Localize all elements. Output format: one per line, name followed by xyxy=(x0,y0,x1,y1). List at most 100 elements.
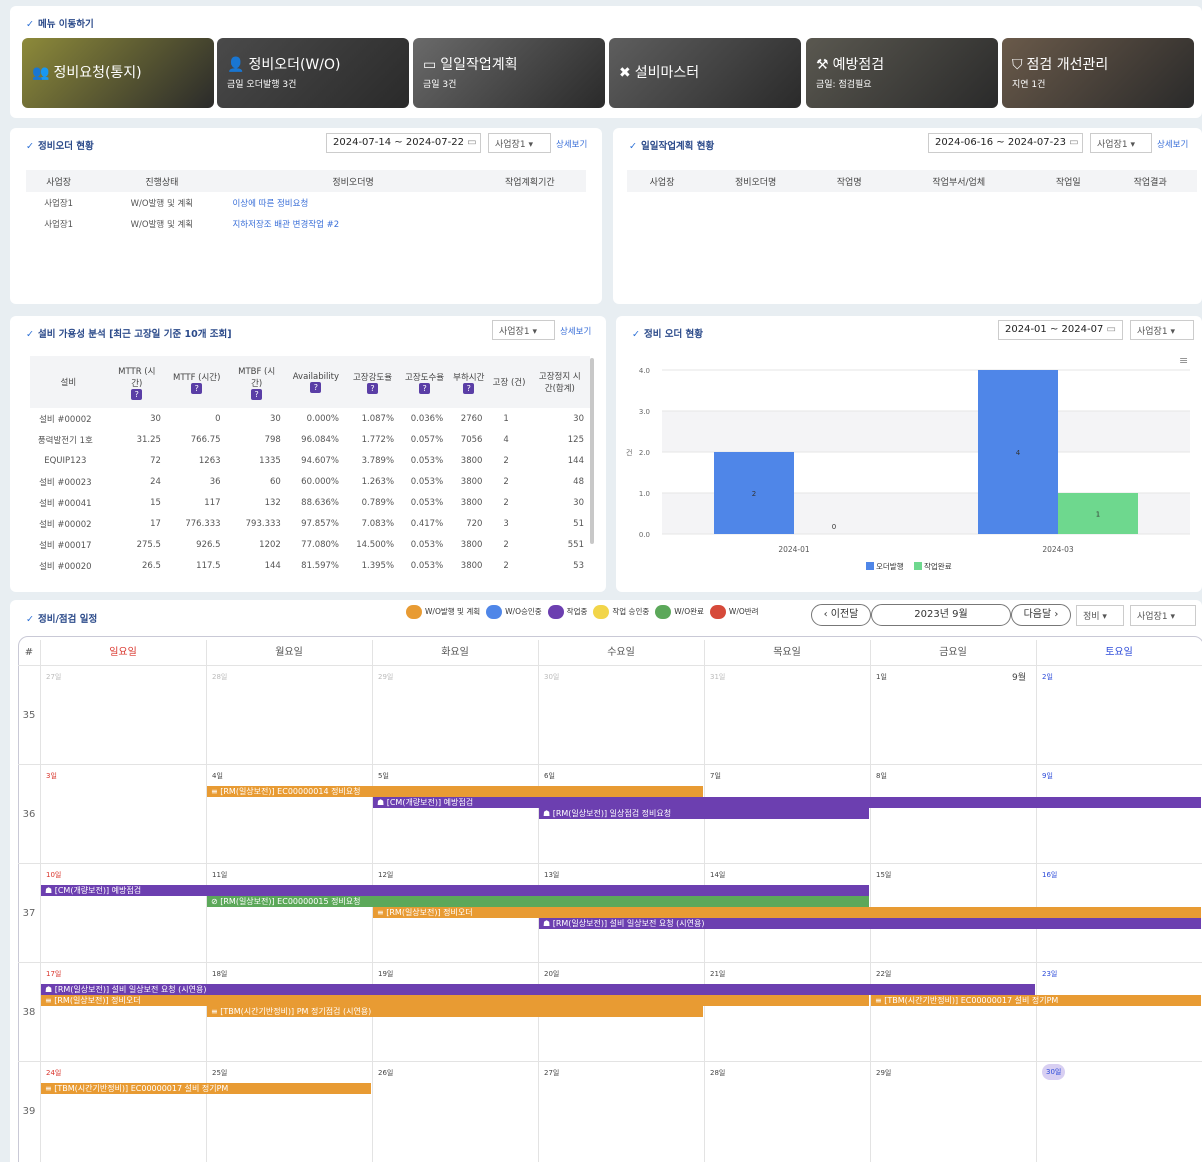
date-label[interactable]: 20일 xyxy=(544,969,559,979)
avail-col-header: MTBF (시간)? xyxy=(226,356,287,408)
date-label[interactable]: 27일 xyxy=(46,672,61,682)
date-label[interactable]: 21일 xyxy=(710,969,725,979)
calendar-event[interactable]: ☗ [CM(개량보전)] 예방점검 xyxy=(373,797,1201,808)
date-label[interactable]: 10일 xyxy=(46,870,61,880)
menu-tile-3[interactable]: ✖ 설비마스터 xyxy=(609,38,801,108)
table-cell: 0.000% xyxy=(306,413,339,424)
date-label[interactable]: 12일 xyxy=(378,870,393,880)
menu-tile-label: 일일작업계획 xyxy=(440,57,518,73)
table-cell: 926.5 xyxy=(196,539,221,550)
site-filter-select[interactable]: 사업장1 ▾ xyxy=(1130,605,1196,626)
date-label[interactable]: 9일 xyxy=(1042,771,1053,781)
date-label[interactable]: 19일 xyxy=(378,969,393,979)
plan-more-link[interactable]: 상세보기 xyxy=(1157,138,1188,150)
calendar-event[interactable]: ☗ [RM(일상보전)] 일상점검 정비요청 xyxy=(539,808,869,819)
date-label[interactable]: 28일 xyxy=(710,1068,725,1078)
calendar-event[interactable]: ≡ [TBM(시간기반정비)] EC00000017 설비 정기PM xyxy=(871,995,1201,1006)
date-label[interactable]: 30일 xyxy=(544,672,559,682)
plan-col-header: 작업결과 xyxy=(1103,170,1197,192)
calendar-event[interactable]: ☗ [RM(일상보전)] 설비 일상보전 요청 (시연용) xyxy=(41,984,1035,995)
day-header: 월요일 xyxy=(275,647,303,658)
date-label[interactable]: 29일 xyxy=(378,672,393,682)
table-row[interactable]: 사업장1 W/O발행 및 계획 이상에 따른 정비요청 xyxy=(26,192,586,213)
menu-tile-5[interactable]: ⛉ 점검 개선관리 지연 1건 xyxy=(1002,38,1194,108)
date-label[interactable]: 11일 xyxy=(212,870,227,880)
date-label[interactable]: 29일 xyxy=(876,1068,891,1078)
date-label[interactable]: 4일 xyxy=(212,771,223,781)
calendar-event[interactable]: ☗ [RM(일상보전)] 설비 일상보전 요청 (시연용) xyxy=(539,918,1201,929)
date-label[interactable]: 16일 xyxy=(1042,870,1057,880)
y-tick-label: 2.0 xyxy=(639,449,650,457)
table-row[interactable]: 설비 #00002 30 0 30 0.000% 1.087% 0.036% 2760 1 30 xyxy=(30,408,590,429)
wo-site-select[interactable]: 사업장1 ▾ xyxy=(488,133,551,153)
date-label[interactable]: 17일 xyxy=(46,969,61,979)
menu-tile-0[interactable]: 👥 정비요청(통지) xyxy=(22,38,214,108)
type-filter-select[interactable]: 정비 ▾ xyxy=(1076,605,1124,626)
help-icon[interactable]: ? xyxy=(191,382,203,394)
plan-site-select[interactable]: 사업장1 ▾ xyxy=(1090,133,1152,153)
table-cell: 51 xyxy=(573,518,584,529)
table-row[interactable]: 설비 #00041 15 117 132 88.636% 0.789% 0.053% 3800… xyxy=(30,492,590,513)
table-row[interactable]: 설비 #00017 275.5 926.5 1202 77.080% 14.500% 0.0… xyxy=(30,534,590,555)
date-label[interactable]: 30일 xyxy=(1042,1064,1066,1080)
date-label[interactable]: 23일 xyxy=(1042,969,1057,979)
help-icon[interactable]: ? xyxy=(463,382,475,394)
date-label[interactable]: 14일 xyxy=(710,870,725,880)
help-icon[interactable]: ? xyxy=(131,388,143,400)
date-label[interactable]: 5일 xyxy=(378,771,389,781)
help-icon[interactable]: ? xyxy=(310,381,322,393)
date-label[interactable]: 15일 xyxy=(876,870,891,880)
prev-month-button[interactable]: ‹ 이전달 xyxy=(811,604,871,626)
legend-dot xyxy=(547,605,564,619)
table-row[interactable]: 설비 #00020 26.5 117.5 144 81.597% 1.395% 0.053%… xyxy=(30,555,590,576)
date-label[interactable]: 8일 xyxy=(876,771,887,781)
date-label[interactable]: 2일 xyxy=(1042,672,1053,682)
help-icon[interactable]: ? xyxy=(367,382,379,394)
date-label[interactable]: 26일 xyxy=(378,1068,393,1078)
date-label[interactable]: 18일 xyxy=(212,969,227,979)
menu-tile-2[interactable]: ▭ 일일작업계획 금일 3건 xyxy=(413,38,605,108)
menu-tile-1[interactable]: 👤 정비오더(W/O) 금일 오더발행 3건 xyxy=(217,38,409,108)
avail-site-select[interactable]: 사업장1 ▾ xyxy=(492,320,555,340)
table-row[interactable]: 사업장1 W/O발행 및 계획 지하저장조 배관 변경작업 #2 xyxy=(26,213,586,234)
menu-tile-4[interactable]: ⚒ 예방점검 금일: 점검필요 xyxy=(806,38,998,108)
table-cell: 0.053% xyxy=(410,476,444,487)
date-label[interactable]: 7일 xyxy=(710,771,721,781)
help-icon[interactable]: ? xyxy=(251,388,263,400)
legend-label: 작업중 xyxy=(566,607,588,616)
date-label[interactable]: 27일 xyxy=(544,1068,559,1078)
avail-more-link[interactable]: 상세보기 xyxy=(560,325,591,337)
week-row: 35 27일 28일 29일 30일 31일 1일 2일 9월 xyxy=(18,665,1202,764)
calendar-event[interactable]: ≡ [RM(일상보전)] 정비오더 xyxy=(373,907,1201,918)
table-row[interactable]: 설비 #00002 17 776.333 793.333 97.857% 7.083% 0.… xyxy=(30,513,590,534)
date-label[interactable]: 3일 xyxy=(46,771,57,781)
calendar-event[interactable]: ≡ [TBM(시간기반정비)] PM 정기점검 (시연용) xyxy=(207,1006,703,1017)
calendar-event[interactable]: ⊘ [RM(일상보전)] EC00000015 정비요청 xyxy=(207,896,869,907)
date-label[interactable]: 13일 xyxy=(544,870,559,880)
help-icon[interactable]: ? xyxy=(419,382,431,394)
calendar-event[interactable]: ≡ [TBM(시간기반정비)] EC00000017 설비 정기PM xyxy=(41,1083,371,1094)
plan-date-range[interactable]: 2024-06-16 ~ 2024-07-23 ▭ xyxy=(928,133,1083,153)
table-cell[interactable]: 지하저장조 배관 변경작업 #2 xyxy=(232,213,473,234)
table-row[interactable]: 설비 #00023 24 36 60 60.000% 1.263% 0.053% 3800 2 4… xyxy=(30,471,590,492)
date-label[interactable]: 6일 xyxy=(544,771,555,781)
calendar-event[interactable]: ☗ [CM(개량보전)] 예방점검 xyxy=(41,885,869,896)
date-label[interactable]: 22일 xyxy=(876,969,891,979)
wo-more-link[interactable]: 상세보기 xyxy=(556,138,587,150)
table-scrollbar[interactable] xyxy=(590,358,594,544)
date-label[interactable]: 24일 xyxy=(46,1068,61,1078)
calendar-event[interactable]: ≡ [RM(일상보전)] EC00000014 정비요청 xyxy=(207,786,703,797)
legend-item: W/O완료 xyxy=(655,605,704,619)
calendar-event[interactable]: ≡ [RM(일상보전)] 정비오더 xyxy=(41,995,869,1006)
date-label[interactable]: 31일 xyxy=(710,672,725,682)
date-label[interactable]: 1일 xyxy=(876,672,887,682)
table-cell: EQUIP123 xyxy=(44,455,87,466)
table-row[interactable]: 풍력발전기 1호 31.25 766.75 798 96.084% 1.772% 0.057… xyxy=(30,429,590,450)
table-cell[interactable]: 이상에 따른 정비요청 xyxy=(232,192,473,213)
wo-table: 사업장 진행상태 정비오더명 작업계획기간 사업장1 W/O발행 및 계획 이상에 따른 정… xyxy=(26,170,586,234)
date-label[interactable]: 28일 xyxy=(212,672,227,682)
table-row[interactable]: EQUIP123 72 1263 1335 94.607% 3.789% 0.053% 380… xyxy=(30,450,590,471)
next-month-button[interactable]: 다음달 › xyxy=(1011,604,1071,626)
wo-date-range[interactable]: 2024-07-14 ~ 2024-07-22 ▭ xyxy=(326,133,481,153)
date-label[interactable]: 25일 xyxy=(212,1068,227,1078)
